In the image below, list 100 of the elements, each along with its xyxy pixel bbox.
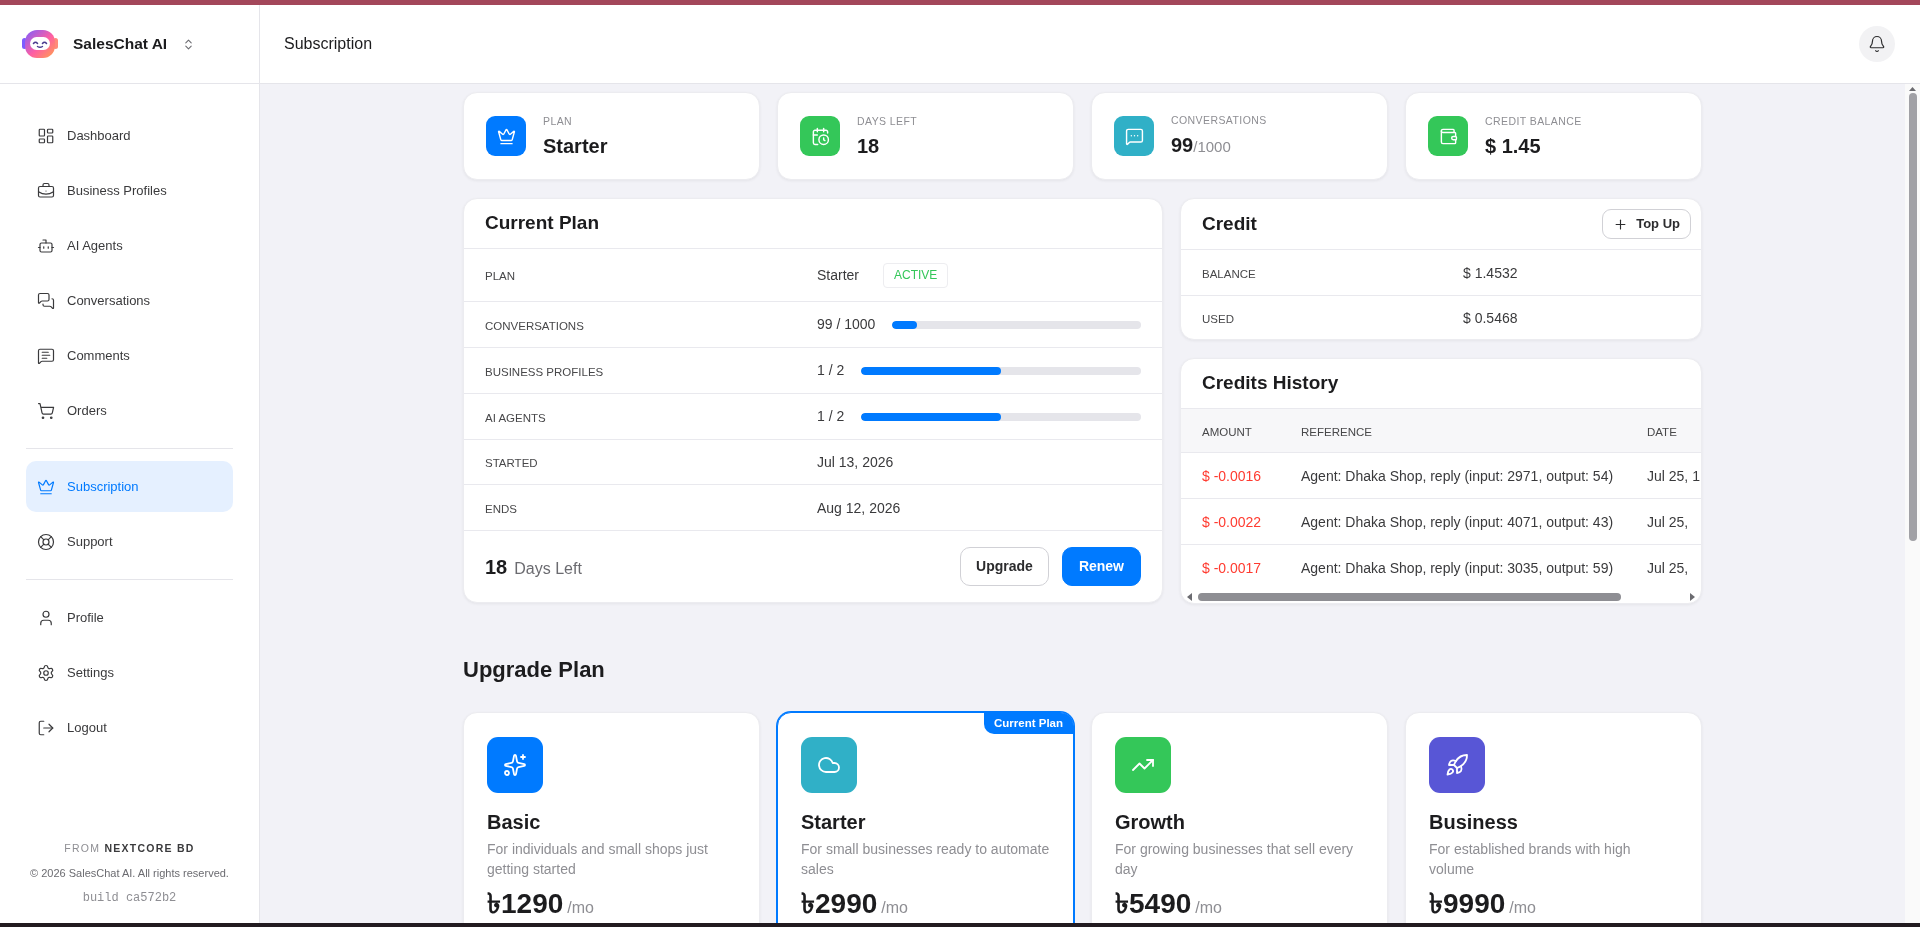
- card-title: Credits History: [1202, 371, 1339, 396]
- stat-value: 99: [1171, 133, 1194, 158]
- row-label: BALANCE: [1202, 267, 1256, 280]
- crown-icon: [37, 477, 55, 496]
- nav-item[interactable]: AI Agents: [26, 220, 233, 271]
- plus-icon: [1613, 216, 1629, 232]
- plan-name: Starter: [801, 810, 867, 835]
- reference-cell: Agent: Dhaka Shop, reply (input: 2971, output: 54): [1301, 467, 1614, 484]
- plan-description: For individuals and small shops just getting started: [487, 840, 709, 879]
- row-value: $ 0.5468: [1463, 309, 1518, 326]
- copyright-text: © 2026 SalesChat AI. All rights reserved.: [30, 865, 229, 881]
- card-title: Credit: [1202, 211, 1257, 236]
- plan-card[interactable]: Basic For individuals and small shops just getting started ৳1290/mo: [463, 712, 760, 923]
- nav-item[interactable]: Support: [26, 516, 233, 567]
- nav-item[interactable]: Orders: [26, 385, 233, 436]
- column-header: REFERENCE: [1301, 425, 1372, 438]
- row-label: CONVERSATIONS: [485, 319, 584, 332]
- price-period: /mo: [567, 898, 594, 918]
- cart-icon: [37, 401, 55, 420]
- user-icon: [37, 608, 55, 627]
- scrollbar-thumb[interactable]: [1908, 93, 1917, 541]
- column-header: DATE: [1647, 425, 1677, 438]
- date-cell: Jul 25,: [1647, 559, 1689, 576]
- nav-item[interactable]: Comments: [26, 330, 233, 381]
- row-value: 1 / 2: [817, 407, 845, 426]
- plan-card[interactable]: Business For established brands with high volume ৳9990/mo: [1405, 712, 1702, 923]
- vertical-scrollbar[interactable]: [1905, 84, 1920, 923]
- amount-cell: $ -0.0022: [1202, 513, 1262, 530]
- nav-item[interactable]: Profile: [26, 592, 233, 643]
- upgrade-button[interactable]: Upgrade: [960, 547, 1049, 586]
- stat-label: DAYS LEFT: [857, 114, 918, 130]
- scroll-up-arrow-icon[interactable]: [1909, 87, 1916, 91]
- plan-price: ৳2990: [801, 890, 878, 918]
- bell-icon: [1868, 35, 1886, 53]
- row-value: Starter: [817, 265, 859, 285]
- plan-price: ৳1290: [487, 890, 564, 918]
- brand-credit: FROM NEXTCORE BD: [64, 840, 195, 856]
- nav-item[interactable]: Business Profiles: [26, 165, 233, 216]
- scroll-left-arrow-icon[interactable]: [1187, 592, 1192, 601]
- amount-cell: $ -0.0017: [1202, 559, 1262, 576]
- current-plan-badge: Current Plan: [984, 713, 1073, 734]
- notifications-button[interactable]: [1859, 26, 1895, 62]
- reference-cell: Agent: Dhaka Shop, reply (input: 4071, output: 43): [1301, 513, 1614, 530]
- row-value: 1 / 2: [817, 361, 845, 380]
- column-header: AMOUNT: [1202, 425, 1252, 438]
- days-left-count: 18: [485, 554, 508, 580]
- nav-item[interactable]: Dashboard: [26, 110, 233, 161]
- robot-icon: [37, 236, 55, 255]
- stat-total: /1000: [1193, 137, 1231, 158]
- status-badge: ACTIVE: [883, 262, 949, 288]
- row-label: BUSINESS PROFILES: [485, 365, 604, 378]
- date-cell: Jul 25, 1: [1647, 467, 1700, 484]
- nav-item[interactable]: Settings: [26, 647, 233, 698]
- plan-name: Growth: [1115, 810, 1186, 835]
- plan-card[interactable]: Current Plan Starter For small businesses ready to automate sales ৳2990/mo: [777, 712, 1074, 923]
- renew-button[interactable]: Renew: [1061, 547, 1141, 586]
- reference-cell: Agent: Dhaka Shop, reply (input: 3035, output: 59): [1301, 559, 1614, 576]
- price-period: /mo: [1195, 898, 1222, 918]
- nav-item[interactable]: Logout: [26, 702, 233, 753]
- days-left-label: Days Left: [514, 558, 582, 579]
- plan-description: For established brands with high volume: [1429, 840, 1632, 879]
- lifebuoy-icon: [37, 532, 55, 551]
- nav-item[interactable]: Conversations: [26, 275, 233, 326]
- robot-logo-icon: [22, 29, 58, 59]
- message-lines-icon: [37, 346, 55, 365]
- app-name: SalesChat AI: [73, 34, 168, 55]
- plan-description: For growing businesses that sell every day: [1115, 840, 1355, 879]
- row-label: ENDS: [485, 502, 517, 515]
- scrollbar-thumb[interactable]: [1198, 592, 1621, 601]
- nav-item[interactable]: Subscription: [26, 461, 233, 512]
- card-title: Current Plan: [485, 211, 600, 236]
- row-label: PLAN: [485, 270, 516, 282]
- price-period: /mo: [881, 898, 908, 918]
- plan-price: ৳9990: [1429, 890, 1506, 918]
- scroll-right-arrow-icon[interactable]: [1690, 592, 1695, 601]
- page-title: Subscription: [284, 34, 373, 54]
- row-label: USED: [1202, 312, 1234, 325]
- build-id: build ca572b2: [82, 890, 177, 907]
- row-value: Aug 12, 2026: [817, 499, 901, 516]
- date-cell: Jul 25,: [1647, 513, 1689, 530]
- row-value: 99 / 1000: [817, 315, 876, 334]
- amount-cell: $ -0.0016: [1202, 467, 1262, 484]
- plan-name: Business: [1429, 810, 1519, 835]
- row-label: AI AGENTS: [485, 411, 546, 424]
- plan-description: For small businesses ready to automate sales: [801, 840, 1050, 879]
- plan-price: ৳5490: [1115, 890, 1192, 918]
- stat-value: Starter: [543, 133, 608, 158]
- stat-label: CREDIT BALANCE: [1485, 114, 1582, 130]
- plan-name: Basic: [487, 810, 542, 835]
- row-label: STARTED: [485, 457, 538, 469]
- row-value: Jul 13, 2026: [817, 454, 894, 470]
- plan-card[interactable]: Growth For growing businesses that sell every day ৳5490/mo: [1091, 712, 1388, 923]
- top-up-button[interactable]: Top Up: [1602, 209, 1691, 239]
- stat-label: CONVERSATIONS: [1171, 113, 1267, 129]
- chat-bubbles-icon: [37, 291, 55, 310]
- stat-value: 18: [857, 133, 880, 158]
- settings-icon: [37, 663, 55, 682]
- stat-value: $ 1.45: [1485, 133, 1541, 158]
- dashboard-grid-icon: [37, 126, 55, 145]
- logout-icon: [37, 718, 55, 737]
